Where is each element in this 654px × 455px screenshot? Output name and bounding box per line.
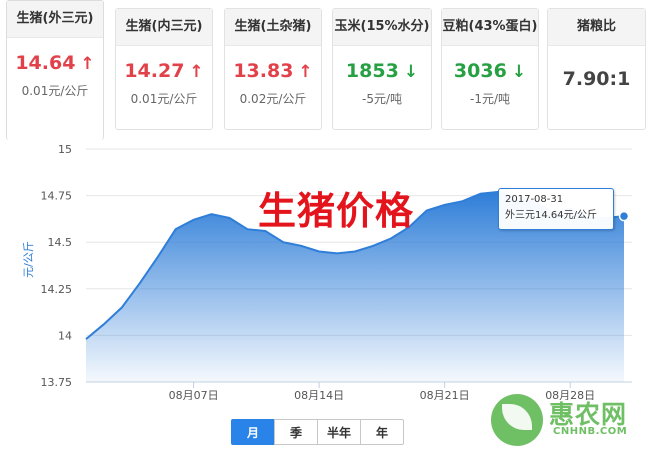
chart-overlay-title: 生猪价格 <box>258 189 415 233</box>
highlight-point <box>618 210 630 222</box>
x-tick-label: 08月14日 <box>294 389 344 400</box>
range-button[interactable]: 年 <box>360 419 404 445</box>
price-value: 14.64 <box>15 52 76 74</box>
price-card[interactable]: 生猪(内三元) 14.27 ↑ 0.01元/公斤 <box>115 8 213 130</box>
arrow-up-icon: ↑ <box>298 62 313 82</box>
y-tick-label: 15 <box>58 143 72 156</box>
range-button[interactable]: 季 <box>274 419 318 445</box>
price-card[interactable]: 生猪(土杂猪) 13.83 ↑ 0.02元/公斤 <box>224 8 322 130</box>
chart-tooltip: 2017-08-31 外三元14.64元/公斤 <box>498 188 614 230</box>
arrow-down-icon: ↓ <box>511 62 527 82</box>
card-title: 生猪(内三元) <box>116 9 212 46</box>
card-title: 生猪(外三元) <box>7 1 103 38</box>
price-value: 7.90:1 <box>562 68 631 90</box>
card-title: 豆粕(43%蛋白) <box>442 9 538 46</box>
y-tick-label: 14.75 <box>41 190 73 203</box>
card-title: 生猪(土杂猪) <box>225 9 321 46</box>
price-value: 14.27 <box>124 60 185 82</box>
range-button[interactable]: 半年 <box>317 419 361 445</box>
price-card[interactable]: 猪粮比 7.90:1 <box>547 8 646 130</box>
logo: 惠农网 CNHNB.COM <box>491 390 651 450</box>
arrow-up-icon: ↑ <box>189 62 204 82</box>
range-button[interactable]: 月 <box>231 419 275 445</box>
card-price: 3036 ↓ <box>442 60 538 82</box>
price-card[interactable]: 玉米(15%水分) 1853 ↓ -5元/吨 <box>332 8 432 130</box>
price-cards: 生猪(外三元) 14.64 ↑ 0.01元/公斤 生猪(内三元) 14.27 ↑ 0.01元/… <box>0 0 654 140</box>
card-price: 13.83 ↑ <box>225 60 321 82</box>
y-tick-label: 13.75 <box>41 376 73 389</box>
y-axis-label: 元/公斤 <box>22 241 35 278</box>
card-change: 0.01元/公斤 <box>130 92 198 106</box>
logo-domain: CNHNB.COM <box>553 426 628 437</box>
card-price: 1853 ↓ <box>333 60 431 82</box>
card-change: -5元/吨 <box>361 92 402 106</box>
card-title: 玉米(15%水分) <box>333 9 431 46</box>
x-tick-label: 08月21日 <box>420 389 470 400</box>
y-tick-label: 14 <box>58 329 72 342</box>
price-value: 13.83 <box>233 60 294 82</box>
card-title: 猪粮比 <box>548 9 645 46</box>
price-value: 3036 <box>453 60 507 82</box>
y-tick-label: 14.25 <box>41 283 73 296</box>
price-card[interactable]: 生猪(外三元) 14.64 ↑ 0.01元/公斤 <box>6 0 104 140</box>
tooltip-value: 外三元14.64元/公斤 <box>505 210 597 221</box>
card-price: 14.27 ↑ <box>116 60 212 82</box>
arrow-up-icon: ↑ <box>80 54 95 74</box>
tooltip-date: 2017-08-31 <box>505 194 564 205</box>
card-change: 0.02元/公斤 <box>239 92 307 106</box>
price-chart: 13.75 14 14.25 14.5 14.75 15 08月07日 08月14日 08月21… <box>22 143 632 400</box>
x-tick-label: 08月07日 <box>169 389 219 400</box>
price-card[interactable]: 豆粕(43%蛋白) 3036 ↓ -1元/吨 <box>441 8 539 130</box>
y-tick-label: 14.5 <box>48 236 73 249</box>
price-value: 1853 <box>345 60 399 82</box>
arrow-down-icon: ↓ <box>403 62 419 82</box>
range-selector: 月季半年年 <box>231 419 404 445</box>
card-price: 7.90:1 <box>548 68 645 90</box>
card-price: 14.64 ↑ <box>7 52 103 74</box>
card-change: 0.01元/公斤 <box>21 84 89 98</box>
card-change: -1元/吨 <box>469 92 510 106</box>
